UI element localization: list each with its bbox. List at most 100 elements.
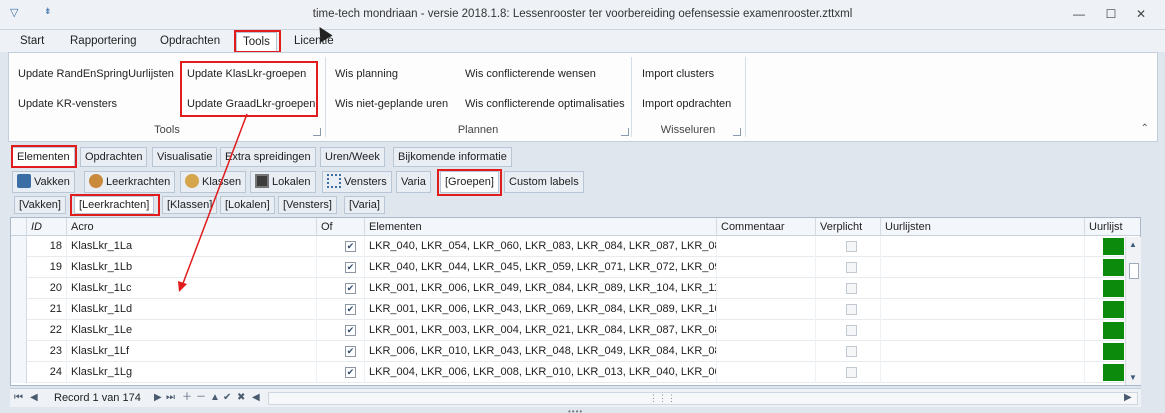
scroll-right-icon[interactable]: ▶ — [1124, 391, 1132, 405]
verplicht-checkbox[interactable] — [846, 262, 857, 273]
import-clusters-button[interactable]: Import clusters — [639, 65, 717, 83]
cell-elementen[interactable]: LKR_004, LKR_006, LKR_008, LKR_010, LKR_… — [365, 362, 717, 383]
of-checkbox[interactable]: ✔ — [345, 325, 356, 336]
wis-planning-button[interactable]: Wis planning — [332, 65, 401, 83]
column-header-commentaar[interactable]: Commentaar — [717, 218, 816, 236]
cell-commentaar[interactable] — [717, 341, 816, 362]
first-record-icon[interactable]: ⏮ — [14, 391, 23, 405]
verplicht-checkbox[interactable] — [846, 367, 857, 378]
row-selector[interactable] — [11, 236, 27, 257]
column-header-acro[interactable]: Acro — [67, 218, 317, 236]
tab-vensters[interactable]: Vensters — [322, 171, 392, 193]
cell-elementen[interactable]: LKR_040, LKR_054, LKR_060, LKR_083, LKR_… — [365, 236, 717, 257]
wisseluren-dialog-launcher-icon[interactable] — [733, 128, 741, 136]
last-record-icon[interactable]: ⏭ — [166, 391, 175, 405]
close-button[interactable]: ✕ — [1128, 4, 1154, 24]
tab-groep-lokalen[interactable]: [Lokalen] — [220, 196, 275, 214]
scroll-up-icon[interactable]: ▲ — [1129, 240, 1137, 249]
tab-vakken[interactable]: Vakken — [12, 171, 75, 193]
update-randenspring-button[interactable]: Update RandEnSpringUurlijsten — [15, 65, 177, 83]
tab-custom-labels[interactable]: Custom labels — [504, 171, 584, 193]
verplicht-checkbox[interactable] — [846, 325, 857, 336]
tab-uren-week[interactable]: Uren/Week — [320, 147, 385, 167]
table-row[interactable]: 24 KlasLkr_1Lg ✔ LKR_004, LKR_006, LKR_008,… — [11, 362, 1140, 383]
verplicht-checkbox[interactable] — [846, 346, 857, 357]
tab-groep-varia[interactable]: [Varia] — [344, 196, 385, 214]
maximize-button[interactable]: ☐ — [1098, 4, 1124, 24]
row-selector[interactable] — [11, 362, 27, 383]
next-record-icon[interactable]: ▶ — [154, 391, 162, 405]
scroll-down-icon[interactable]: ▼ — [1129, 373, 1137, 382]
delete-record-icon[interactable]: － — [196, 391, 206, 405]
tab-opdrachten[interactable]: Opdrachten — [154, 32, 226, 51]
prev-record-icon[interactable]: ◀ — [30, 391, 38, 405]
cell-acro[interactable]: KlasLkr_1Lb — [67, 257, 317, 278]
add-record-icon[interactable]: ＋ — [182, 391, 192, 405]
cell-commentaar[interactable] — [717, 299, 816, 320]
tab-rapportering[interactable]: Rapportering — [64, 32, 142, 51]
table-row[interactable]: 19 KlasLkr_1Lb ✔ LKR_040, LKR_044, LKR_045,… — [11, 257, 1140, 278]
column-header-of[interactable]: Of — [317, 218, 365, 236]
row-selector[interactable] — [11, 341, 27, 362]
resize-grip-icon[interactable]: •••• — [568, 407, 583, 413]
of-checkbox[interactable]: ✔ — [345, 262, 356, 273]
verplicht-checkbox[interactable] — [846, 241, 857, 252]
tab-start[interactable]: Start — [14, 32, 50, 51]
cell-uurlijsten[interactable] — [881, 278, 1085, 299]
of-checkbox[interactable]: ✔ — [345, 241, 356, 252]
row-selector[interactable] — [11, 299, 27, 320]
cell-elementen[interactable]: LKR_040, LKR_044, LKR_045, LKR_059, LKR_… — [365, 257, 717, 278]
row-selector[interactable] — [11, 320, 27, 341]
cell-acro[interactable]: KlasLkr_1Lc — [67, 278, 317, 299]
tab-extra-spreidingen[interactable]: Extra spreidingen — [220, 147, 316, 167]
of-checkbox[interactable]: ✔ — [345, 367, 356, 378]
update-kr-vensters-button[interactable]: Update KR-vensters — [15, 95, 120, 113]
collapse-ribbon-icon[interactable]: ⌃ — [1141, 123, 1149, 134]
table-row[interactable]: 18 KlasLkr_1La ✔ LKR_040, LKR_054, LKR_060,… — [11, 236, 1140, 257]
cell-uurlijsten[interactable] — [881, 362, 1085, 383]
update-klaslkr-groepen-button[interactable]: Update KlasLkr-groepen — [184, 65, 309, 83]
cell-commentaar[interactable] — [717, 257, 816, 278]
update-graadlkr-groepen-button[interactable]: Update GraadLkr-groepen — [184, 95, 318, 113]
column-header-uurlijsten[interactable]: Uurlijsten — [881, 218, 1085, 236]
cell-commentaar[interactable] — [717, 236, 816, 257]
verplicht-checkbox[interactable] — [846, 283, 857, 294]
column-header-elementen[interactable]: Elementen — [365, 218, 717, 236]
table-row[interactable]: 22 KlasLkr_1Le ✔ LKR_001, LKR_003, LKR_004,… — [11, 320, 1140, 341]
cell-uurlijsten[interactable] — [881, 299, 1085, 320]
tools-dialog-launcher-icon[interactable] — [313, 128, 321, 136]
tab-bijkomende-informatie[interactable]: Bijkomende informatie — [393, 147, 512, 167]
horizontal-scrollbar[interactable]: ⋮⋮⋮ — [268, 392, 1138, 405]
cell-commentaar[interactable] — [717, 362, 816, 383]
cell-uurlijsten[interactable] — [881, 257, 1085, 278]
tab-visualisatie[interactable]: Visualisatie — [152, 147, 218, 167]
cell-commentaar[interactable] — [717, 320, 816, 341]
cell-elementen[interactable]: LKR_001, LKR_006, LKR_049, LKR_084, LKR_… — [365, 278, 717, 299]
cell-commentaar[interactable] — [717, 278, 816, 299]
tab-elementen[interactable]: Elementen — [12, 147, 75, 167]
cell-acro[interactable]: KlasLkr_1Lf — [67, 341, 317, 362]
of-checkbox[interactable]: ✔ — [345, 283, 356, 294]
of-checkbox[interactable]: ✔ — [345, 346, 356, 357]
vertical-scrollbar[interactable]: ▲ ▼ — [1125, 237, 1141, 385]
column-header-id[interactable]: ID — [27, 218, 67, 236]
tab-groep-leerkrachten[interactable]: [Leerkrachten] — [74, 196, 155, 214]
cell-elementen[interactable]: LKR_006, LKR_010, LKR_043, LKR_048, LKR_… — [365, 341, 717, 362]
table-row[interactable]: 21 KlasLkr_1Ld ✔ LKR_001, LKR_006, LKR_043,… — [11, 299, 1140, 320]
tab-groep-vensters[interactable]: [Vensters] — [278, 196, 337, 214]
tab-leerkrachten[interactable]: Leerkrachten — [84, 171, 176, 193]
verplicht-checkbox[interactable] — [846, 304, 857, 315]
cancel-record-icon[interactable]: ✖ — [237, 391, 245, 405]
plannen-dialog-launcher-icon[interactable] — [621, 128, 629, 136]
import-opdrachten-button[interactable]: Import opdrachten — [639, 95, 734, 113]
cell-uurlijsten[interactable] — [881, 236, 1085, 257]
tab-opdrachten-sub[interactable]: Opdrachten — [80, 147, 148, 167]
tab-groepen[interactable]: [Groepen] — [440, 171, 499, 193]
cell-acro[interactable]: KlasLkr_1Ld — [67, 299, 317, 320]
tab-groep-klassen[interactable]: [Klassen] — [162, 196, 218, 214]
wis-conflicterende-wensen-button[interactable]: Wis conflicterende wensen — [462, 65, 599, 83]
column-header-uurlijst[interactable]: Uurlijst — [1085, 218, 1140, 236]
scroll-left-icon[interactable]: ◀ — [252, 391, 260, 405]
cell-acro[interactable]: KlasLkr_1Lg — [67, 362, 317, 383]
tab-lokalen[interactable]: Lokalen — [250, 171, 316, 193]
